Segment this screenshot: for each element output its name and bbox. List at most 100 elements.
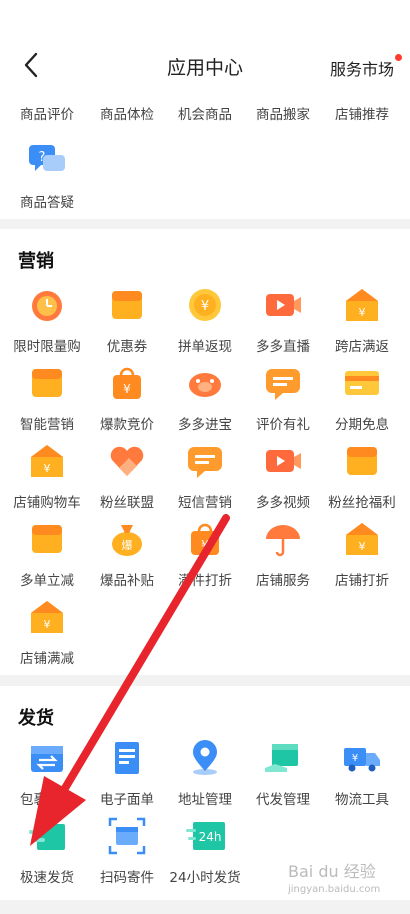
app-label: 爆品补贴	[100, 573, 154, 589]
app-item[interactable]: 爆爆品补贴	[86, 519, 168, 589]
multi-order-icon	[27, 519, 67, 559]
app-label: 评价有礼	[256, 417, 310, 433]
app-label: 24小时发货	[169, 870, 241, 886]
gift-icon	[342, 441, 382, 481]
app-item[interactable]: 评价有礼	[242, 363, 324, 433]
app-item[interactable]: 多多视频	[242, 441, 324, 511]
app-label: 多多进宝	[178, 417, 232, 433]
shop-cart-icon: ¥	[27, 441, 67, 481]
app-item-opportunity-goods[interactable]: 机会商品	[164, 93, 246, 123]
proxy-box-icon	[263, 738, 303, 778]
svg-text:¥: ¥	[359, 540, 366, 553]
question-chat-icon: ?	[27, 141, 67, 181]
app-label: 满件打折	[178, 573, 232, 589]
app-label: 拼单返现	[178, 339, 232, 355]
svg-text:¥: ¥	[123, 382, 131, 396]
e-waybill-icon	[107, 738, 147, 778]
app-label: 包裹中心	[20, 792, 74, 808]
app-item[interactable]: 扫码寄件	[86, 816, 168, 886]
app-item[interactable]: 粉丝抢福利	[321, 441, 403, 511]
app-item[interactable]: ¥ 店铺购物车	[6, 441, 88, 511]
discount-bag-icon: ¥	[185, 519, 225, 559]
app-item[interactable]: ¥ 爆款竞价	[86, 363, 168, 433]
location-pin-icon	[185, 738, 225, 778]
pig-icon	[185, 363, 225, 403]
video-tv-icon	[263, 441, 303, 481]
fans-heart-icon	[107, 441, 147, 481]
svg-text:?: ?	[39, 150, 46, 165]
auction-bag-icon: ¥	[107, 363, 147, 403]
app-label: 商品搬家	[256, 107, 310, 123]
service-market-link[interactable]: 服务市场	[330, 56, 394, 80]
app-label: 店铺满减	[20, 651, 74, 667]
watermark-brand: Bai du 经验	[288, 862, 376, 881]
app-item[interactable]: 多单立减	[6, 519, 88, 589]
svg-text:24h: 24h	[199, 830, 222, 844]
section-title: 营销	[18, 251, 54, 272]
bottom-spacer	[0, 900, 410, 914]
app-label: 多单立减	[20, 573, 74, 589]
package-arrows-icon	[27, 738, 67, 778]
app-item[interactable]: ¥ 物流工具	[321, 738, 403, 808]
app-label: 多多直播	[256, 339, 310, 355]
app-item[interactable]: 地址管理	[164, 738, 246, 808]
app-item[interactable]: ¥ 店铺打折	[321, 519, 403, 589]
24h-ship-icon: 24h	[185, 816, 225, 856]
app-item[interactable]: 短信营销	[164, 441, 246, 511]
app-item[interactable]: ¥ 满件打折	[164, 519, 246, 589]
app-label: 商品评价	[20, 107, 74, 123]
svg-text:¥: ¥	[44, 618, 51, 631]
marketing-section: 营销 限时限量购 优惠券 ¥ 拼单返现 多多直播 ¥ 跨店满返智能营销 ¥ 爆款竞价 多多进宝 评价…	[0, 229, 410, 675]
watermark-url: jingyan.baidu.com	[288, 884, 381, 895]
svg-text:¥: ¥	[352, 753, 358, 764]
app-item[interactable]: 店铺服务	[242, 519, 324, 589]
app-label: 物流工具	[335, 792, 389, 808]
app-item[interactable]: 粉丝联盟	[86, 441, 168, 511]
app-label: 粉丝联盟	[100, 495, 154, 511]
app-item[interactable]: 极速发货	[6, 816, 88, 886]
app-item-goods-qa[interactable]: ? 商品答疑	[6, 141, 88, 211]
app-item[interactable]: 电子面单	[86, 738, 168, 808]
app-item[interactable]: ¥ 跨店满返	[321, 285, 403, 355]
app-item[interactable]: 包裹中心	[6, 738, 88, 808]
goods-section: 商品评价 商品体检 机会商品 商品搬家 店铺推荐 ? 商品答疑	[0, 97, 410, 219]
svg-text:爆: 爆	[122, 538, 133, 552]
app-item[interactable]: ¥ 店铺满减	[6, 597, 88, 667]
cross-shop-icon: ¥	[342, 285, 382, 325]
app-label: 店铺推荐	[335, 107, 389, 123]
app-label: 店铺购物车	[13, 495, 81, 511]
app-item[interactable]: 多多进宝	[164, 363, 246, 433]
section-title: 发货	[18, 708, 54, 729]
svg-text:¥: ¥	[44, 462, 51, 475]
app-label: 商品答疑	[20, 195, 74, 211]
app-item-goods-move[interactable]: 商品搬家	[242, 93, 324, 123]
app-item[interactable]: 代发管理	[242, 738, 324, 808]
app-label: 店铺打折	[335, 573, 389, 589]
installment-card-icon	[342, 363, 382, 403]
app-item[interactable]: 优惠券	[86, 285, 168, 355]
app-item[interactable]: 多多直播	[242, 285, 324, 355]
hot-sack-icon: 爆	[107, 519, 147, 559]
review-chat-icon	[263, 363, 303, 403]
shop-reduce-icon: ¥	[27, 597, 67, 637]
app-label: 极速发货	[20, 870, 74, 886]
app-item[interactable]: ¥ 拼单返现	[164, 285, 246, 355]
smart-chart-icon	[27, 363, 67, 403]
cashback-coin-icon: ¥	[185, 285, 225, 325]
app-label: 粉丝抢福利	[328, 495, 396, 511]
svg-text:¥: ¥	[359, 306, 366, 319]
scan-box-icon	[107, 816, 147, 856]
app-label: 智能营销	[20, 417, 74, 433]
app-item-shop-recommend[interactable]: 店铺推荐	[321, 93, 403, 123]
app-item-goods-review[interactable]: 商品评价	[6, 93, 88, 123]
app-item[interactable]: 24h 24小时发货	[164, 816, 246, 886]
sms-chat-icon	[185, 441, 225, 481]
app-label: 短信营销	[178, 495, 232, 511]
shop-umbrella-icon	[263, 519, 303, 559]
app-item[interactable]: 限时限量购	[6, 285, 88, 355]
app-item-goods-check[interactable]: 商品体检	[86, 93, 168, 123]
app-label: 优惠券	[106, 339, 148, 355]
app-label: 店铺服务	[256, 573, 310, 589]
app-item[interactable]: 智能营销	[6, 363, 88, 433]
app-item[interactable]: 分期免息	[321, 363, 403, 433]
